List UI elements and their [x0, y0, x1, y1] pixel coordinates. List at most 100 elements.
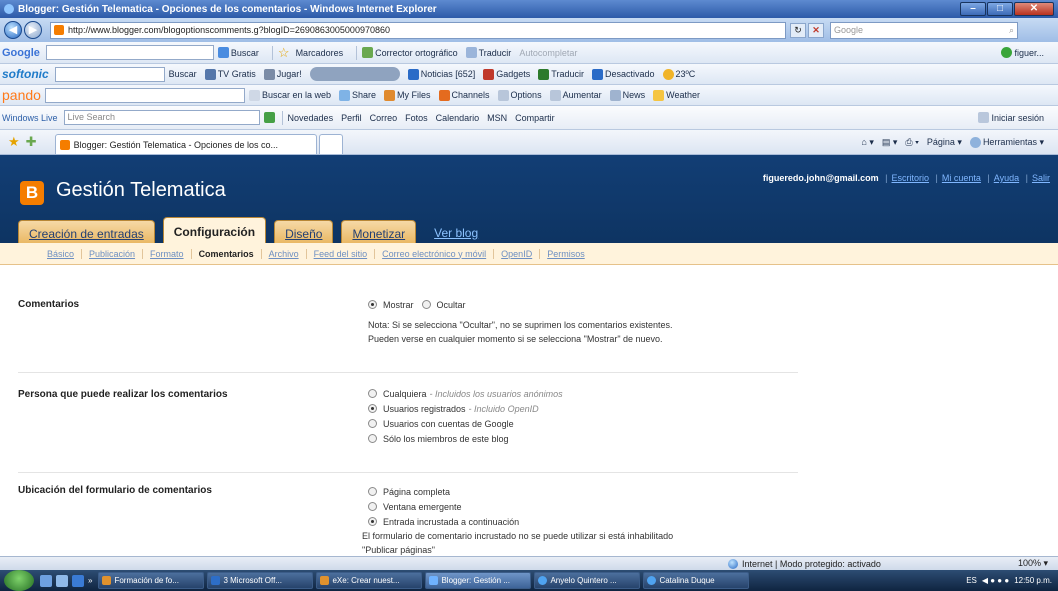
google-user[interactable]: figuer... — [1001, 47, 1044, 58]
blogger-logo-icon: B — [20, 181, 44, 205]
link-escritorio[interactable]: Escritorio — [892, 173, 930, 183]
weather-icon — [653, 89, 665, 101]
google-search-input[interactable] — [45, 45, 214, 60]
radio-ocultar[interactable]: Ocultar — [421, 297, 466, 312]
subtab-publicacion[interactable]: Publicación — [82, 248, 144, 259]
quicklaunch-icon[interactable] — [40, 574, 52, 587]
radio-solo-miembros[interactable]: Sólo los miembros de este blog — [368, 431, 798, 446]
page-menu[interactable]: Página ▾ — [927, 137, 962, 148]
google-buscar-button[interactable]: Buscar — [217, 47, 259, 58]
ie-quicklaunch-icon[interactable] — [72, 574, 84, 587]
subtab-permisos[interactable]: Permisos — [540, 249, 592, 259]
bookmarks-button[interactable]: ☆ Marcadores — [278, 45, 343, 61]
channels-button[interactable]: Channels — [438, 89, 490, 101]
subtab-basico[interactable]: Básico — [40, 248, 83, 259]
search-input[interactable]: Google ⌕ — [830, 21, 1018, 39]
autofill-button[interactable]: Autocompletar — [519, 48, 577, 58]
options-button[interactable]: Options — [497, 89, 542, 101]
link-salir[interactable]: Salir — [1032, 173, 1050, 183]
spellcheck-button[interactable]: Corrector ortográfico — [362, 47, 458, 58]
myfiles-button[interactable]: My Files — [384, 89, 431, 101]
language-indicator[interactable]: ES — [966, 576, 977, 585]
minimize-button[interactable]: – — [960, 2, 986, 16]
radio-mostrar[interactable]: Mostrar — [368, 297, 414, 312]
wl-link-novedades[interactable]: Novedades — [288, 113, 334, 123]
refresh-icon[interactable]: ↻ — [790, 22, 806, 38]
security-zone[interactable]: Internet | Modo protegido: activado — [728, 558, 881, 569]
task-formacion[interactable]: Formación de fo... — [98, 572, 205, 589]
link-mi-cuenta[interactable]: Mi cuenta — [942, 173, 981, 183]
zoom-in-button[interactable]: Aumentar — [549, 89, 602, 101]
task-catalina[interactable]: Catalina Duque — [643, 572, 750, 589]
radio-cuentas-google[interactable]: Usuarios con cuentas de Google — [368, 416, 798, 431]
new-tab-button[interactable] — [318, 134, 343, 154]
tab-configuracion[interactable]: Configuración — [162, 217, 267, 246]
noticias-button[interactable]: Noticias [652] — [407, 68, 475, 80]
tools-menu[interactable]: Herramientas ▾ — [969, 136, 1044, 148]
subtab-correo-movil[interactable]: Correo electrónico y móvil — [375, 248, 495, 259]
tvgratis-button[interactable]: TV Gratis — [204, 68, 256, 80]
weather-widget[interactable]: 23ºC — [662, 68, 695, 80]
news-button[interactable]: News — [609, 89, 645, 101]
signin-button[interactable]: Iniciar sesión — [978, 112, 1044, 123]
subtab-archivo[interactable]: Archivo — [262, 248, 307, 259]
softonic-search-input[interactable] — [54, 66, 165, 82]
zoom-level[interactable]: 100% ▾ — [1018, 558, 1058, 569]
favorites-star-icon[interactable]: ★ — [8, 134, 20, 150]
popup-blocker-icon — [591, 68, 603, 80]
wl-link-perfil[interactable]: Perfil — [341, 113, 362, 123]
add-favorites-icon[interactable]: ✚ — [26, 134, 37, 150]
subtab-openid[interactable]: OpenID — [494, 248, 541, 259]
url-field[interactable]: http://www.blogger.com/blogoptionscommen… — [50, 21, 786, 39]
subtab-feed[interactable]: Feed del sitio — [307, 248, 376, 259]
radio-usuarios-registrados[interactable]: Usuarios registrados - Incluido OpenID — [368, 401, 798, 416]
wl-link-fotos[interactable]: Fotos — [405, 113, 428, 123]
wl-link-calendario[interactable]: Calendario — [436, 113, 480, 123]
subtab-formato[interactable]: Formato — [143, 248, 192, 259]
maximize-button[interactable]: □ — [987, 2, 1013, 16]
quien-options: Cualquiera - Incluidos los usuarios anóni… — [368, 373, 798, 446]
radio-ventana-emergente[interactable]: Ventana emergente — [368, 499, 798, 514]
live-search-icon[interactable] — [263, 112, 275, 123]
gadgets-button[interactable]: Gadgets — [483, 68, 530, 80]
wl-link-correo[interactable]: Correo — [370, 113, 398, 123]
softonic-translate-button[interactable]: Traducir — [538, 68, 584, 80]
radio-cualquiera[interactable]: Cualquiera - Incluidos los usuarios anóni… — [368, 386, 798, 401]
quicklaunch-icon[interactable] — [56, 574, 68, 587]
close-button[interactable]: ✕ — [1014, 2, 1054, 16]
home-icon[interactable]: ⌂ ▾ — [861, 137, 873, 148]
task-exe[interactable]: eXe: Crear nuest... — [316, 572, 423, 589]
print-icon[interactable]: ⎙ ▾ — [905, 137, 918, 148]
search-icon[interactable]: ⌕ — [1009, 25, 1014, 36]
jugar-button[interactable]: Jugar! — [263, 68, 302, 80]
feeds-icon[interactable]: ▤ ▾ — [882, 137, 898, 148]
pando-search-input[interactable] — [44, 87, 245, 103]
back-button[interactable]: ◀ — [4, 21, 22, 39]
task-blogger[interactable]: Blogger: Gestión ... — [425, 572, 532, 589]
task-anyelo[interactable]: Anyelo Quintero ... — [534, 572, 641, 589]
translate-button[interactable]: Traducir — [465, 47, 511, 58]
link-ayuda[interactable]: Ayuda — [994, 173, 1019, 183]
radio-entrada-incrustada[interactable]: Entrada incrustada a continuación — [368, 514, 798, 529]
pando-search-web-button[interactable]: Buscar en la web — [248, 89, 331, 101]
share-button[interactable]: Share — [338, 89, 376, 101]
tray-icons[interactable]: ◀ ● ● ● — [982, 576, 1009, 585]
start-button[interactable] — [4, 570, 34, 591]
browser-tab-active[interactable]: Blogger: Gestión Telematica - Opciones d… — [54, 134, 317, 154]
subtab-comentarios[interactable]: Comentarios — [192, 248, 262, 259]
softonic-buscar-button[interactable]: Buscar — [169, 69, 197, 79]
wl-link-msn[interactable]: MSN — [487, 113, 507, 123]
pando-toolbar: pando Buscar en la web Share My Files Ch… — [0, 85, 1058, 106]
live-search-input[interactable]: Live Search — [63, 110, 260, 125]
task-microsoft-office[interactable]: 3 Microsoft Off... — [207, 572, 314, 589]
forward-button[interactable]: ▶ — [24, 21, 42, 39]
softonic-radio-widget[interactable] — [309, 67, 400, 81]
translate-icon — [465, 47, 477, 58]
section-comentarios: Comentarios Mostrar Ocultar Nota: Si se … — [18, 285, 798, 373]
wl-link-compartir[interactable]: Compartir — [515, 113, 555, 123]
clock[interactable]: 12:50 p.m. — [1014, 576, 1052, 585]
stop-icon[interactable]: ✕ — [808, 22, 824, 38]
weather-button[interactable]: Weather — [653, 89, 700, 101]
desactivado-button[interactable]: Desactivado — [591, 68, 655, 80]
radio-pagina-completa[interactable]: Página completa — [368, 484, 798, 499]
